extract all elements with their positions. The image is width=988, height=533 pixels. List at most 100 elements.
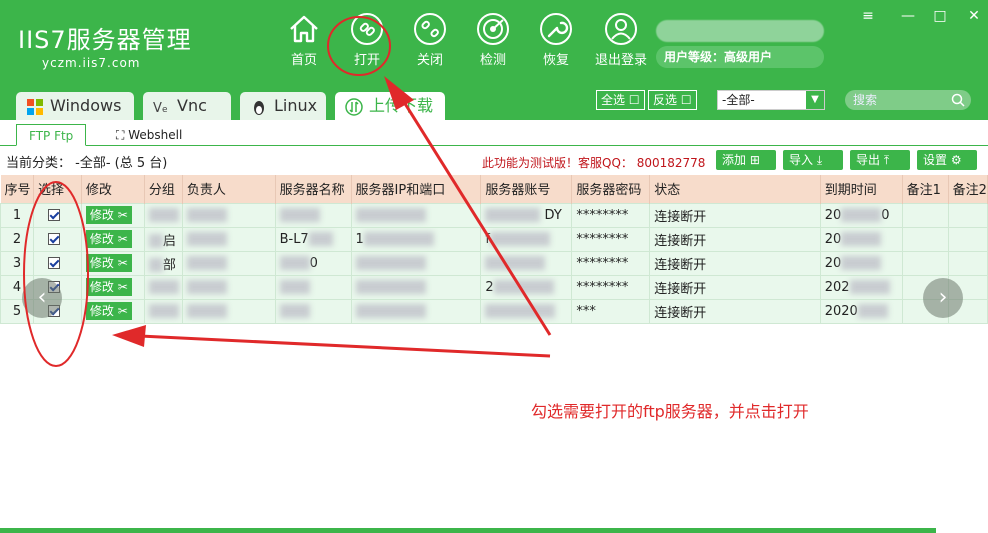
- col-header-password[interactable]: 服务器密码: [571, 175, 651, 203]
- redacted-group: [148, 304, 179, 318]
- menu-icon[interactable]: ≡: [858, 8, 878, 24]
- tab-vnc-label: Vnc: [177, 96, 207, 115]
- tab-transfer-label: 上传下载: [369, 96, 434, 115]
- col-header-status[interactable]: 状态: [649, 175, 821, 203]
- search-input[interactable]: 搜索: [845, 90, 971, 110]
- row-edit-button[interactable]: 修改 ✂: [85, 302, 132, 320]
- table-row[interactable]: 1 修改 ✂ DY ******** 连接断开 20 0: [0, 202, 988, 228]
- row-checkbox[interactable]: [47, 257, 60, 269]
- row-edit-button[interactable]: 修改 ✂: [85, 230, 132, 248]
- row-password: ********: [571, 202, 651, 228]
- col-header-expire[interactable]: 到期时间: [820, 175, 903, 203]
- invert-select-label: 反选: [653, 93, 678, 107]
- row-edit-cell: 修改 ✂: [80, 298, 145, 324]
- table-row[interactable]: 2 修改 ✂ 启 B-L7 1 f ******** 连接断开 20: [0, 226, 988, 252]
- row-server-name: 0: [274, 250, 352, 276]
- settings-button[interactable]: 设置 ⚙: [917, 150, 977, 170]
- row-note2: [947, 250, 988, 276]
- tab-linux[interactable]: Linux: [240, 92, 326, 120]
- vnc-icon: Ve: [153, 101, 168, 116]
- col-header-no[interactable]: 序号: [0, 175, 34, 203]
- redacted-group: [148, 280, 179, 294]
- row-status: 连接断开: [649, 202, 821, 228]
- close-icon[interactable]: ✕: [964, 8, 984, 24]
- redacted-name: [279, 304, 310, 318]
- scroll-right-button[interactable]: ›: [923, 278, 963, 318]
- row-status: 连接断开: [649, 274, 821, 300]
- redacted-owner: [186, 232, 227, 246]
- add-button[interactable]: 添加 ⊞: [716, 150, 776, 170]
- search-icon: [951, 93, 965, 107]
- redacted-owner: [186, 208, 227, 222]
- redacted-expire: [857, 304, 888, 318]
- subtab-ftp[interactable]: FTP Ftp: [16, 124, 87, 146]
- nav-home-button[interactable]: 首页: [278, 12, 330, 68]
- bottom-bar: [0, 528, 936, 533]
- col-header-account[interactable]: 服务器账号: [480, 175, 573, 203]
- row-owner: [181, 274, 276, 300]
- maximize-icon[interactable]: □: [930, 8, 950, 24]
- nav-logout-button[interactable]: 退出登录: [593, 12, 649, 68]
- col-header-server-name[interactable]: 服务器名称: [275, 175, 352, 203]
- col-header-group[interactable]: 分组: [144, 175, 183, 203]
- tab-windows[interactable]: Windows: [16, 92, 134, 120]
- import-button[interactable]: 导入 ⤓: [783, 150, 843, 170]
- row-edit-button[interactable]: 修改 ✂: [85, 206, 132, 224]
- nav-restore-button[interactable]: 恢复: [530, 12, 582, 68]
- invert-select-button[interactable]: 反选 ☐: [648, 90, 697, 110]
- category-select[interactable]: -全部- ▼: [717, 90, 825, 110]
- row-account: DY: [480, 202, 573, 228]
- row-number: 1: [0, 202, 34, 228]
- home-icon: [290, 15, 318, 43]
- row-edit-button[interactable]: 修改 ✂: [85, 278, 132, 296]
- app-logo: IIS7服务器管理 yczm.iis7.com: [18, 20, 192, 70]
- tab-vnc[interactable]: Ve Vnc: [143, 92, 231, 120]
- col-header-note2[interactable]: 备注2: [948, 175, 988, 203]
- row-ip-port: 1: [350, 226, 482, 252]
- select-all-button[interactable]: 全选 ☐: [596, 90, 645, 110]
- table-row[interactable]: 4 修改 ✂ 2 ******** 连接断开 202: [0, 274, 988, 300]
- row-edit-button[interactable]: 修改 ✂: [85, 254, 132, 272]
- col-header-select[interactable]: 选择: [33, 175, 82, 203]
- row-note1: [901, 202, 949, 228]
- row-note2: [947, 202, 988, 228]
- minimize-icon[interactable]: —: [898, 8, 918, 24]
- row-expire: 202: [819, 274, 903, 300]
- app-header: IIS7服务器管理 yczm.iis7.com 首页 打开 关闭 检测 恢复 退…: [0, 0, 988, 84]
- row-edit-cell: 修改 ✂: [80, 250, 145, 276]
- row-select-cell: [32, 226, 82, 252]
- nav-restore-label: 恢复: [542, 53, 569, 68]
- redacted-ip: [355, 304, 426, 318]
- linux-icon: [254, 101, 264, 115]
- col-header-owner[interactable]: 负责人: [182, 175, 276, 203]
- nav-open-label: 打开: [353, 53, 380, 68]
- group-tail: 部: [162, 257, 176, 273]
- table-row[interactable]: 5 修改 ✂ *** 连接断开 2020: [0, 298, 988, 324]
- redacted-expire: [849, 280, 890, 294]
- subtab-webshell-label: Webshell: [128, 128, 183, 142]
- row-ip-port: [350, 250, 482, 276]
- nav-close-button[interactable]: 关闭: [404, 12, 456, 68]
- row-owner: [181, 202, 276, 228]
- row-checkbox[interactable]: [47, 209, 60, 221]
- export-button[interactable]: 导出 ⤒: [850, 150, 910, 170]
- col-header-note1[interactable]: 备注1: [902, 175, 949, 203]
- nav-detect-button[interactable]: 检测: [467, 12, 519, 68]
- col-header-edit[interactable]: 修改: [81, 175, 145, 203]
- redacted-owner: [186, 304, 227, 318]
- table-row[interactable]: 3 修改 ✂ 部 0 ******** 连接断开 20: [0, 250, 988, 276]
- redacted-account: [485, 208, 541, 222]
- scroll-left-button[interactable]: ‹: [22, 278, 62, 318]
- unlink-icon: [414, 13, 446, 45]
- subtab-webshell[interactable]: ⛶ Webshell: [104, 124, 194, 146]
- nav-home-label: 首页: [290, 53, 317, 68]
- redacted-group: [148, 258, 163, 272]
- row-checkbox[interactable]: [47, 233, 60, 245]
- row-server-name: [274, 274, 352, 300]
- expire-prefix: 20: [824, 255, 842, 271]
- tab-transfer[interactable]: 上传下载: [335, 92, 445, 120]
- gear-icon: ⚙: [950, 153, 962, 167]
- col-header-ip-port[interactable]: 服务器IP和端口: [351, 175, 482, 203]
- tab-linux-label: Linux: [274, 96, 318, 115]
- nav-open-button[interactable]: 打开: [341, 12, 393, 68]
